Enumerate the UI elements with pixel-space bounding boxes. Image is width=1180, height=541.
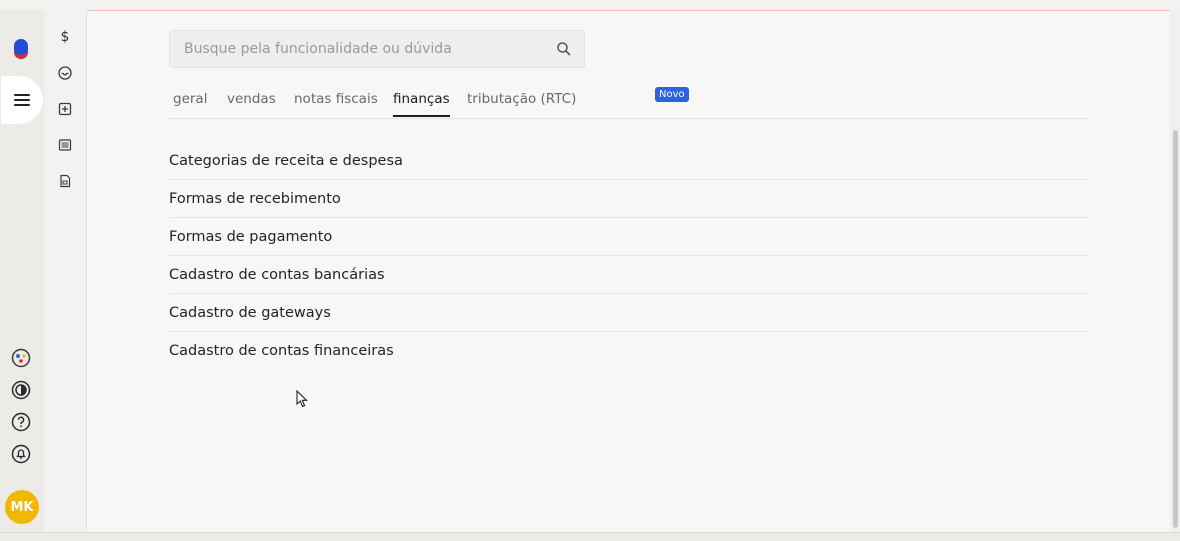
list-item-gateways[interactable]: Cadastro de gateways — [169, 294, 1089, 332]
add-box-icon[interactable] — [56, 100, 74, 118]
secondary-nav: $ — [44, 10, 87, 532]
main-content: geral vendas notas fiscais finanças trib… — [87, 10, 1170, 532]
tab-geral[interactable]: geral — [173, 91, 207, 107]
list-item-categorias[interactable]: Categorias de receita e despesa — [169, 142, 1089, 180]
contrast-icon[interactable] — [10, 379, 32, 401]
tab-notas-fiscais[interactable]: notas fiscais — [294, 91, 378, 107]
scrollbar-thumb[interactable] — [1173, 130, 1178, 528]
left-rail: MK — [0, 10, 44, 532]
tab-tributacao[interactable]: tributação (RTC) — [467, 91, 576, 107]
menu-button[interactable] — [1, 76, 43, 124]
notifications-icon[interactable] — [10, 443, 32, 465]
inbox-icon[interactable] — [56, 64, 74, 82]
app-logo-icon[interactable] — [14, 39, 28, 59]
integrations-icon[interactable] — [10, 347, 32, 369]
help-icon[interactable] — [10, 411, 32, 433]
vertical-scrollbar[interactable] — [1170, 10, 1180, 532]
list-item-contas-bancarias[interactable]: Cadastro de contas bancárias — [169, 256, 1089, 294]
finance-settings-list: Categorias de receita e despesa Formas d… — [169, 142, 1089, 370]
search-box — [169, 30, 585, 68]
user-avatar[interactable]: MK — [5, 490, 39, 524]
settings-tabs: geral vendas notas fiscais finanças trib… — [169, 87, 1089, 119]
tab-vendas[interactable]: vendas — [227, 91, 276, 107]
dollar-icon[interactable]: $ — [56, 28, 74, 46]
list-item-formas-pagamento[interactable]: Formas de pagamento — [169, 218, 1089, 256]
list-item-contas-financeiras[interactable]: Cadastro de contas financeiras — [169, 332, 1089, 370]
list-icon[interactable] — [56, 136, 74, 154]
mouse-cursor-icon — [296, 390, 308, 408]
new-badge: Novo — [655, 87, 689, 102]
document-icon[interactable] — [56, 172, 74, 190]
search-icon[interactable] — [556, 41, 572, 57]
tab-financas[interactable]: finanças — [393, 91, 450, 117]
search-input[interactable] — [170, 31, 540, 67]
menu-icon — [14, 94, 30, 106]
list-item-formas-recebimento[interactable]: Formas de recebimento — [169, 180, 1089, 218]
